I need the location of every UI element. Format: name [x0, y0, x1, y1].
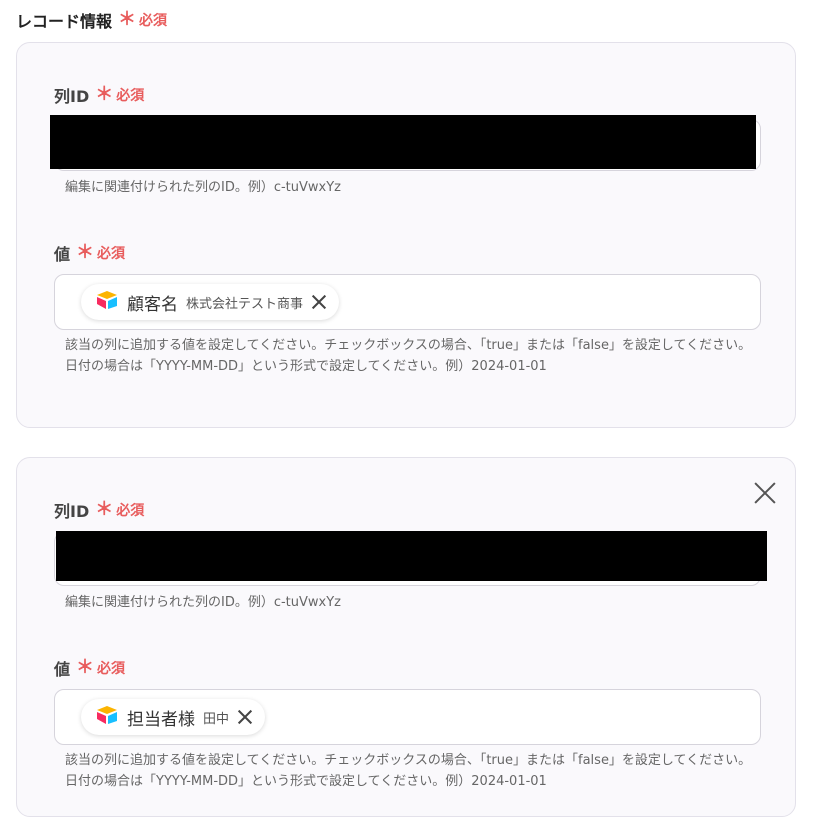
required-asterisk: ＊: [95, 84, 114, 105]
redacted-column-id: [56, 531, 767, 581]
chip-name: 担当者様: [127, 709, 195, 730]
required-text: 必須: [139, 13, 168, 29]
value-label-text: 値: [54, 245, 71, 264]
redacted-column-id: [50, 115, 756, 169]
required-badge: ＊ 必須: [118, 10, 167, 30]
required-badge: ＊必須: [95, 85, 144, 105]
value-input[interactable]: 顧客名 株式会社テスト商事: [54, 274, 761, 330]
required-text: 必須: [116, 503, 145, 519]
required-text: 必須: [116, 88, 145, 104]
value-label: 値 ＊必須: [54, 241, 125, 265]
value-label-text: 値: [54, 660, 71, 679]
airtable-logo-icon: [95, 290, 119, 314]
variable-chip[interactable]: 顧客名 株式会社テスト商事: [81, 284, 340, 320]
column-id-label-text: 列ID: [54, 502, 90, 521]
value-hint-line-1: 該当の列に追加する値を設定してください。チェックボックスの場合、「true」また…: [65, 338, 752, 353]
remove-record-close-icon[interactable]: [754, 482, 776, 504]
variable-chip[interactable]: 担当者様 田中: [81, 699, 266, 735]
value-hint: 該当の列に追加する値を設定してください。チェックボックスの場合、「true」また…: [65, 335, 751, 377]
required-asterisk: ＊: [76, 242, 95, 263]
required-badge: ＊必須: [76, 243, 125, 263]
required-text: 必須: [97, 661, 126, 677]
required-badge: ＊必須: [95, 500, 144, 520]
required-asterisk: ＊: [95, 499, 114, 520]
section-title: レコード情報 ＊ 必須: [16, 8, 167, 32]
required-asterisk: ＊: [118, 9, 137, 30]
chip-name: 顧客名: [127, 294, 178, 315]
column-id-label: 列ID ＊必須: [54, 83, 144, 107]
column-id-label: 列ID ＊必須: [54, 498, 144, 522]
required-asterisk: ＊: [76, 657, 95, 678]
column-id-label-text: 列ID: [54, 87, 90, 106]
close-icon[interactable]: [311, 294, 327, 310]
value-hint-line-2: 日付の場合は「YYYY-MM-DD」という形式で設定してください。例）2024-…: [65, 359, 547, 374]
close-icon[interactable]: [237, 709, 253, 725]
chip-value: 株式会社テスト商事: [186, 296, 304, 312]
airtable-logo-icon: [95, 705, 119, 729]
value-label: 値 ＊必須: [54, 656, 125, 680]
record-card-1: 列ID ＊必須 編集に関連付けられた列のID。例）c-tuVwxYz 値 ＊必須…: [16, 42, 796, 428]
section-title-text: レコード情報: [16, 12, 113, 31]
value-input[interactable]: 担当者様 田中: [54, 689, 761, 745]
required-text: 必須: [97, 246, 126, 262]
record-card-2: 列ID ＊必須 編集に関連付けられた列のID。例）c-tuVwxYz 値 ＊必須…: [16, 457, 796, 817]
required-badge: ＊必須: [76, 658, 125, 678]
value-hint: 該当の列に追加する値を設定してください。チェックボックスの場合、「true」また…: [65, 750, 751, 792]
value-hint-line-2: 日付の場合は「YYYY-MM-DD」という形式で設定してください。例）2024-…: [65, 774, 547, 789]
column-id-hint: 編集に関連付けられた列のID。例）c-tuVwxYz: [65, 595, 342, 610]
chip-value: 田中: [203, 711, 230, 727]
column-id-hint: 編集に関連付けられた列のID。例）c-tuVwxYz: [65, 180, 342, 195]
value-hint-line-1: 該当の列に追加する値を設定してください。チェックボックスの場合、「true」また…: [65, 753, 752, 768]
